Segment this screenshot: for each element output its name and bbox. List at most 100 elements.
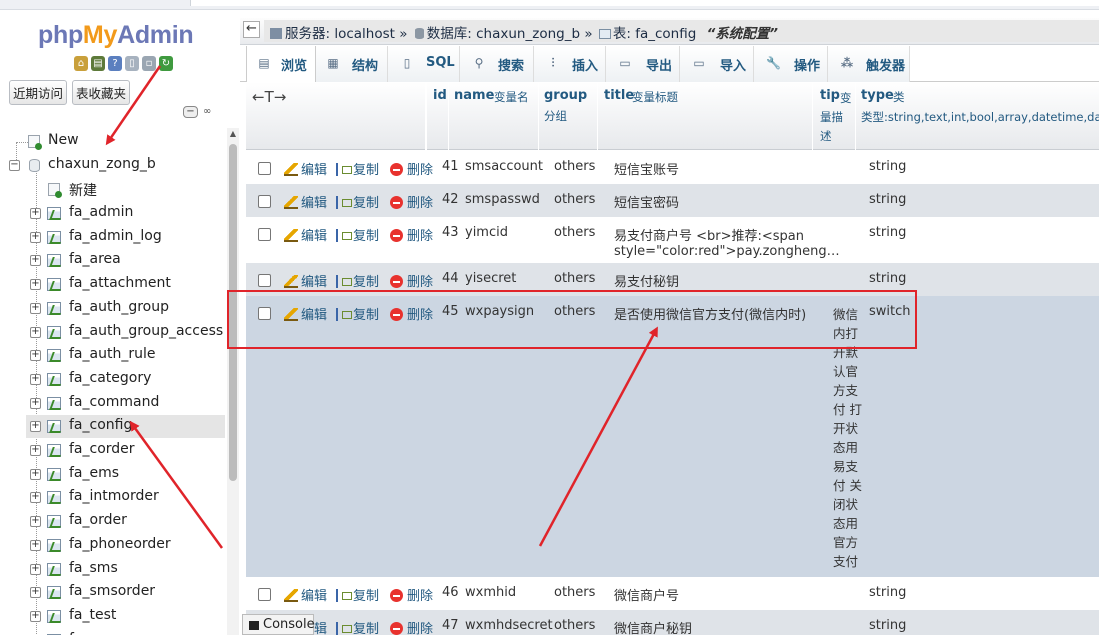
tree-label[interactable]: fa_ems bbox=[69, 465, 119, 481]
delete-link[interactable]: 删除 bbox=[390, 585, 433, 604]
docs-icon[interactable]: ▯ bbox=[125, 56, 139, 71]
cell-title-line2[interactable]: style="color:red">pay.zongheng… bbox=[614, 244, 840, 259]
expand-table-icon[interactable]: + bbox=[30, 373, 41, 385]
expand-table-icon[interactable]: + bbox=[30, 302, 41, 314]
cell-group[interactable]: others bbox=[554, 192, 595, 207]
tab-sql[interactable]: ▯ SQL bbox=[388, 46, 460, 82]
expand-table-icon[interactable]: + bbox=[30, 231, 41, 243]
tree-table-fa_admin[interactable]: + fa_admin bbox=[0, 202, 227, 225]
tree-table-fa_admin_log[interactable]: + fa_admin_log bbox=[0, 226, 227, 249]
console-button[interactable]: Console bbox=[242, 614, 315, 635]
delete-link[interactable]: 删除 bbox=[390, 271, 433, 290]
header-title[interactable]: title 变量标题 bbox=[598, 82, 813, 150]
cell-name[interactable]: wxmhdsecret bbox=[465, 618, 553, 633]
tree-label[interactable]: fa_order bbox=[69, 512, 127, 528]
expand-table-icon[interactable]: + bbox=[30, 492, 41, 504]
cell-id[interactable]: 46 bbox=[442, 585, 459, 600]
expand-table-icon[interactable]: + bbox=[30, 208, 41, 219]
tree-label[interactable]: 新建 bbox=[69, 180, 97, 200]
delete-link[interactable]: 删除 bbox=[390, 192, 433, 211]
header-id[interactable]: id bbox=[426, 82, 449, 150]
back-arrow-icon[interactable]: ← bbox=[243, 21, 260, 38]
expand-table-icon[interactable]: + bbox=[30, 610, 41, 622]
tree-table-fa_config[interactable]: + fa_config bbox=[26, 415, 225, 439]
edit-link[interactable]: 编辑 bbox=[284, 271, 327, 290]
copy-link[interactable]: 复制 bbox=[336, 192, 379, 211]
collapse-db-icon[interactable]: − bbox=[9, 160, 20, 171]
cell-name[interactable]: yimcid bbox=[465, 225, 508, 240]
row-checkbox[interactable] bbox=[258, 228, 271, 241]
tree-table-fa_auth_rule[interactable]: + fa_auth_rule bbox=[0, 344, 227, 367]
edit-link[interactable]: 编辑 bbox=[284, 225, 327, 244]
cell-type[interactable]: string bbox=[869, 618, 906, 633]
tree-label[interactable]: fa_admin_log bbox=[69, 228, 162, 244]
breadcrumb-table[interactable]: 表: fa_config bbox=[613, 26, 696, 42]
tree-table-fa_area[interactable]: + fa_area bbox=[0, 249, 227, 272]
cell-type[interactable]: string bbox=[869, 159, 906, 174]
favorite-tables-button[interactable]: 表收藏夹 bbox=[72, 80, 131, 105]
row-checkbox[interactable] bbox=[258, 274, 271, 287]
copy-link[interactable]: 复制 bbox=[336, 271, 379, 290]
edit-link[interactable]: 编辑 bbox=[284, 585, 327, 604]
cell-name[interactable]: yisecret bbox=[465, 271, 516, 286]
recent-tables-button[interactable]: 近期访问 bbox=[9, 80, 68, 105]
expand-table-icon[interactable]: + bbox=[30, 587, 41, 599]
row-checkbox[interactable] bbox=[258, 588, 271, 601]
tab-import[interactable]: ▭ 导入 bbox=[680, 46, 754, 82]
expand-table-icon[interactable]: + bbox=[30, 563, 41, 575]
tree-label[interactable]: fa_category bbox=[69, 370, 151, 386]
tree-label[interactable]: New bbox=[48, 132, 79, 148]
cell-title[interactable]: 易支付秘钥 bbox=[614, 271, 679, 290]
tree-table-fa_command[interactable]: + fa_command bbox=[0, 392, 227, 415]
tree-table-fa_smsorder[interactable]: + fa_smsorder bbox=[0, 581, 227, 604]
copy-link[interactable]: 复制 bbox=[336, 159, 379, 178]
cell-group[interactable]: others bbox=[554, 585, 595, 600]
expand-table-icon[interactable]: + bbox=[30, 397, 41, 409]
cell-title[interactable]: 短信宝账号 bbox=[614, 159, 679, 178]
header-tip[interactable]: tip 变量描述 bbox=[813, 82, 856, 150]
edit-link[interactable]: 编辑 bbox=[284, 159, 327, 178]
copy-link[interactable]: 复制 bbox=[336, 225, 379, 244]
tree-label[interactable]: fa_u bbox=[69, 631, 98, 635]
delete-link[interactable]: 删除 bbox=[390, 225, 433, 244]
tree-db-new[interactable]: 新建 bbox=[0, 178, 227, 201]
expand-table-icon[interactable]: + bbox=[30, 539, 41, 551]
row-checkbox[interactable] bbox=[258, 162, 271, 175]
cell-name[interactable]: smsaccount bbox=[465, 159, 543, 174]
cell-title[interactable]: 微信商户号 bbox=[614, 585, 679, 604]
tab-browse[interactable]: ▤ 浏览 bbox=[246, 46, 316, 82]
tab-operations[interactable]: 🔧 操作 bbox=[754, 46, 828, 82]
tree-table-fa_sms[interactable]: + fa_sms bbox=[0, 558, 227, 581]
expand-table-icon[interactable]: + bbox=[30, 279, 41, 291]
expand-table-icon[interactable]: + bbox=[30, 326, 41, 338]
tree-label[interactable]: chaxun_zong_b bbox=[48, 156, 156, 172]
tree-label[interactable]: fa_sms bbox=[69, 560, 118, 576]
tab-export[interactable]: ▭ 导出 bbox=[606, 46, 680, 82]
nav-scrollbar[interactable]: ▲ bbox=[227, 128, 239, 635]
breadcrumb-server[interactable]: 服务器: localhost bbox=[285, 26, 395, 42]
tree-label[interactable]: fa_command bbox=[69, 394, 159, 410]
cell-id[interactable]: 44 bbox=[442, 271, 459, 286]
cell-type[interactable]: string bbox=[869, 192, 906, 207]
cell-name[interactable]: wxmhid bbox=[465, 585, 516, 600]
tree-label[interactable]: fa_corder bbox=[69, 441, 135, 457]
cell-title[interactable]: 易支付商户号 <br>推荐:<span bbox=[614, 225, 804, 244]
phpmyadmin-logo[interactable]: phpMyAdmin bbox=[38, 21, 194, 50]
help-icon[interactable]: ? bbox=[108, 56, 122, 71]
home-icon[interactable]: ⌂ bbox=[74, 56, 88, 71]
row-checkbox[interactable] bbox=[258, 195, 271, 208]
expand-table-icon[interactable]: + bbox=[30, 255, 41, 267]
tree-new[interactable]: New bbox=[0, 130, 227, 153]
tree-label[interactable]: fa_admin bbox=[69, 204, 133, 220]
tree-table-fa_attachment[interactable]: + fa_attachment bbox=[0, 273, 227, 296]
tree-label[interactable]: fa_config bbox=[69, 417, 132, 433]
tree-table-fa_intmorder[interactable]: + fa_intmorder bbox=[0, 486, 227, 509]
cell-id[interactable]: 42 bbox=[442, 192, 459, 207]
scroll-up-icon[interactable]: ▲ bbox=[228, 128, 238, 140]
cell-group[interactable]: others bbox=[554, 271, 595, 286]
tree-table-fa_corder[interactable]: + fa_corder bbox=[0, 439, 227, 462]
tree-table-fa_test[interactable]: + fa_test bbox=[0, 605, 227, 628]
cell-id[interactable]: 41 bbox=[442, 159, 459, 174]
tree-table-fa_category[interactable]: + fa_category bbox=[0, 368, 227, 391]
cell-title[interactable]: 微信商户秘钥 bbox=[614, 618, 692, 635]
